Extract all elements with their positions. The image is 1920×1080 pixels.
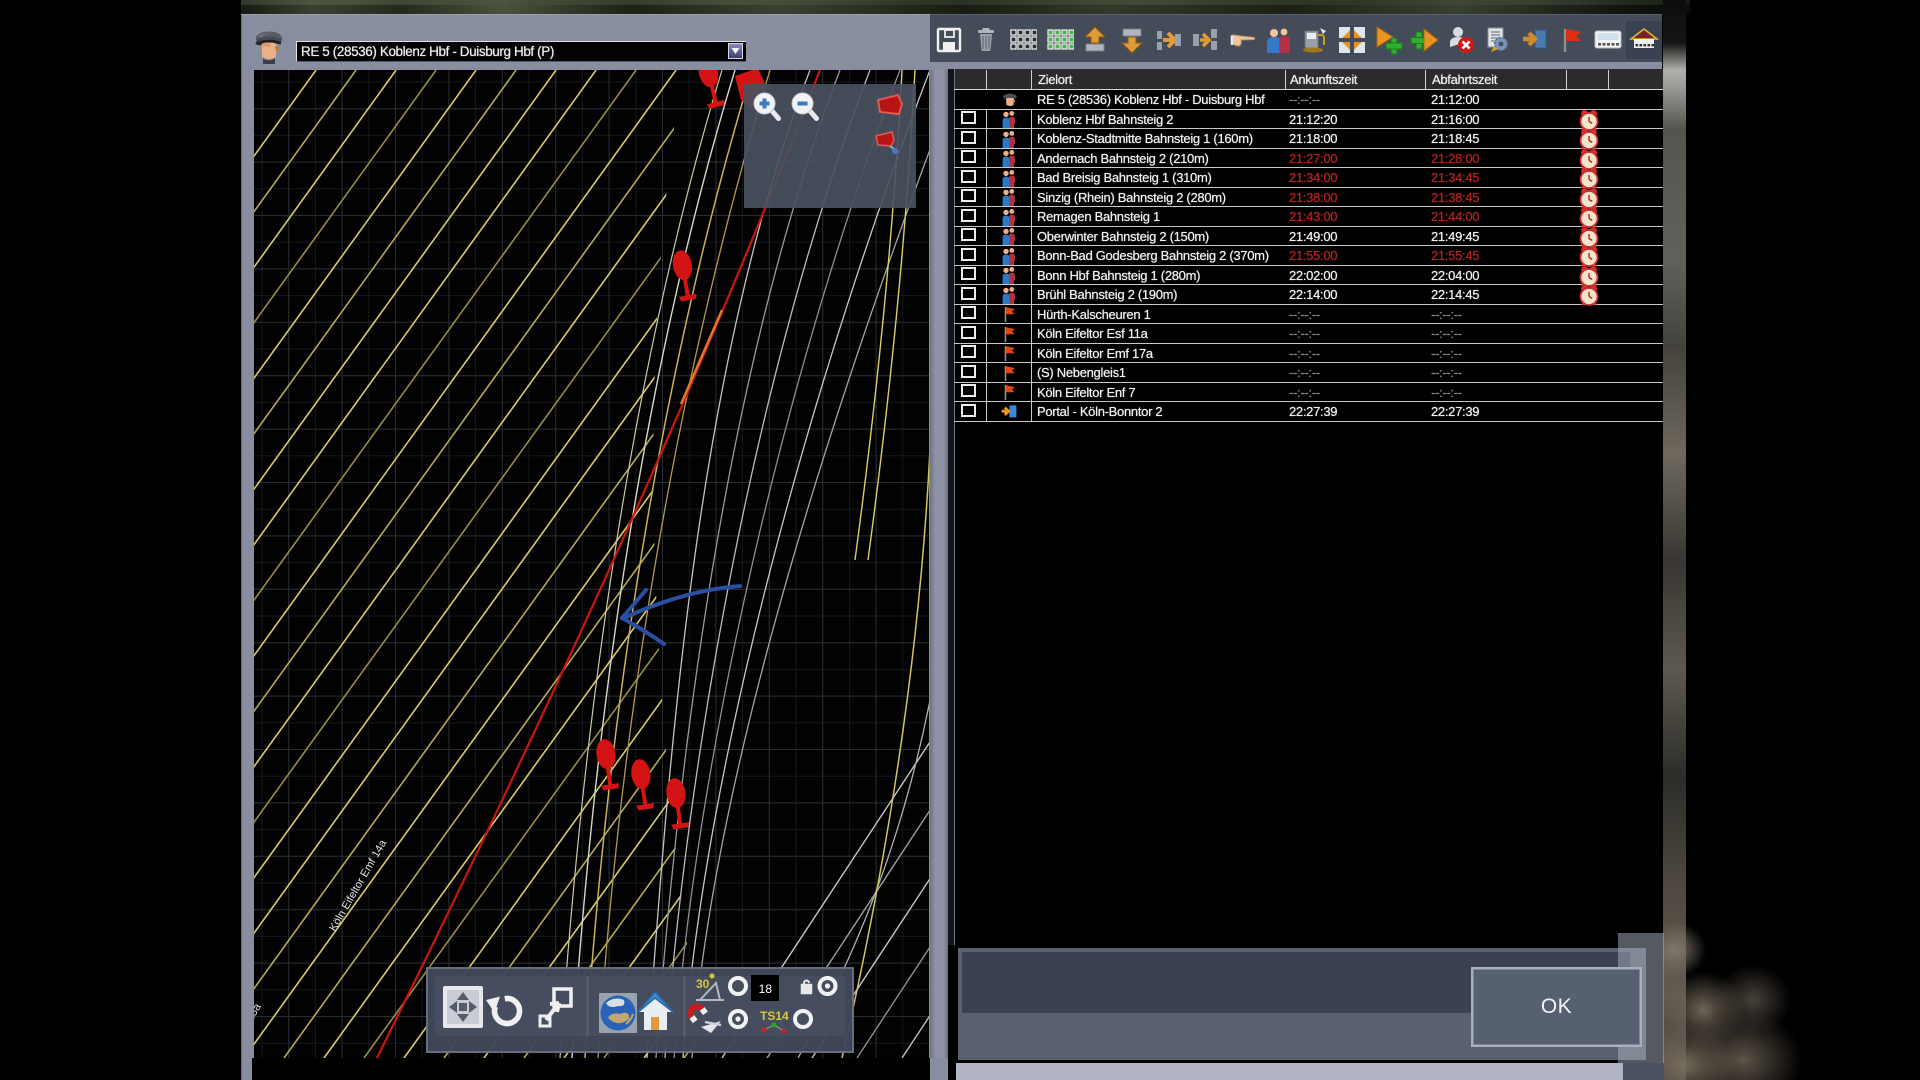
- svg-text:30: 30: [696, 977, 710, 991]
- svg-text:TS14: TS14: [760, 1009, 789, 1023]
- svg-text:18: 18: [759, 982, 773, 996]
